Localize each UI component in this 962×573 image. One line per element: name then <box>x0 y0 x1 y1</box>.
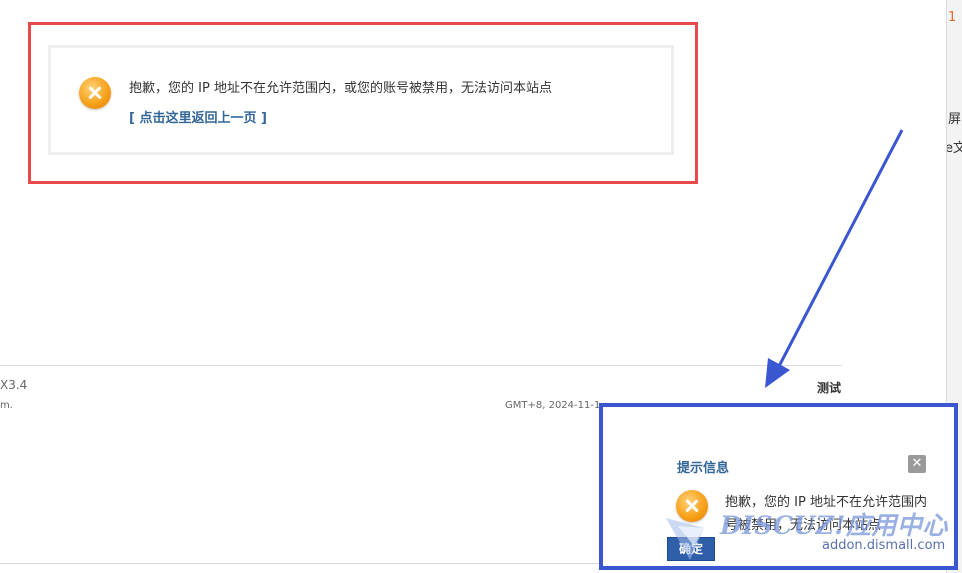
footer-time-info: GMT+8, 2024-11-1 <box>505 400 601 411</box>
dialog-title: 提示信息 <box>677 461 730 476</box>
dialog-ok-button[interactable]: 确定 <box>667 537 715 561</box>
strip-text-3: e文 <box>947 137 962 156</box>
footer-version: X3.4 <box>0 378 28 392</box>
dialog-close-icon[interactable]: ✕ <box>908 455 926 473</box>
watermark-brand: DISCUZ!应用中心 <box>720 511 948 540</box>
footer-divider <box>0 365 842 366</box>
dialog-error-x-icon <box>676 490 708 522</box>
red-annotation-frame <box>28 22 698 184</box>
strip-text-1: 1 <box>948 10 957 25</box>
strip-text-2: 屏 <box>948 112 962 127</box>
footer-copyright: m. <box>0 400 13 411</box>
footer-test-link[interactable]: 测试 <box>817 379 841 396</box>
watermark-url: addon.dismall.com <box>822 538 946 553</box>
